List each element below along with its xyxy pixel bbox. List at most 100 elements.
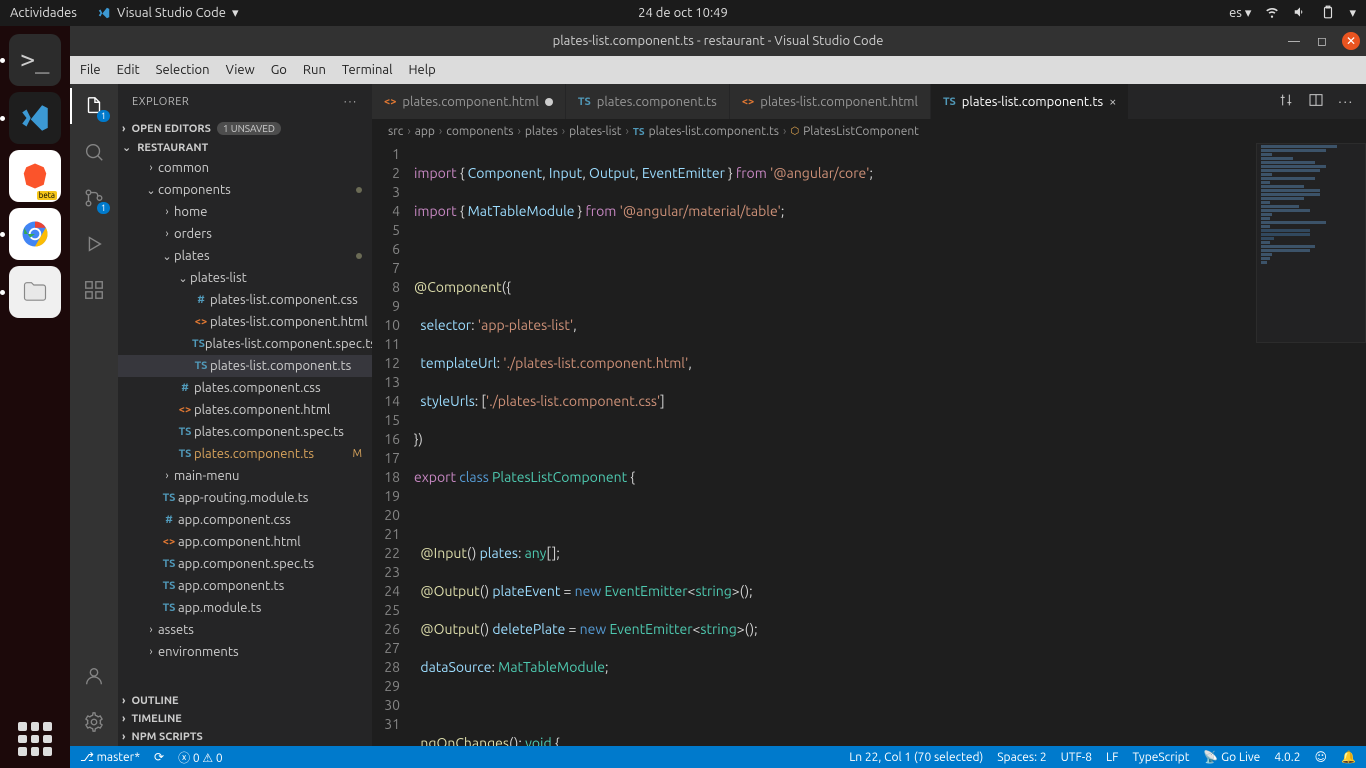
extensions-icon[interactable] (80, 276, 108, 304)
folder-main-menu[interactable]: ›main-menu (118, 465, 372, 487)
open-editors-header[interactable]: ›OPEN EDITORS1 UNSAVED (118, 119, 372, 138)
class-icon: ⬡ (790, 125, 799, 137)
code-editor[interactable]: 1234567891011121314151617181920212223242… (372, 143, 1366, 746)
activities-button[interactable]: Actividades (10, 6, 77, 20)
titlebar: plates-list.component.ts - restaurant - … (70, 26, 1366, 56)
split-editor-icon[interactable] (1308, 92, 1324, 111)
menu-go[interactable]: Go (271, 63, 287, 77)
file-plates-html[interactable]: <>plates.component.html (118, 399, 372, 421)
file-app-html[interactable]: <>app.component.html (118, 531, 372, 553)
show-applications-button[interactable] (18, 722, 52, 756)
clock[interactable]: 24 de oct 10:49 (638, 6, 728, 20)
close-button[interactable]: ✕ (1342, 32, 1360, 50)
ts-version[interactable]: 4.0.2 (1274, 751, 1300, 764)
breadcrumb[interactable]: src› app› components› plates› plates-lis… (372, 119, 1366, 143)
menu-edit[interactable]: Edit (117, 63, 140, 77)
close-tab-icon[interactable]: × (1109, 95, 1116, 109)
menu-selection[interactable]: Selection (156, 63, 210, 77)
menu-bar: File Edit Selection View Go Run Terminal… (70, 56, 1366, 84)
dock-vscode[interactable] (9, 92, 61, 144)
eol[interactable]: LF (1106, 751, 1118, 764)
file-tree: ›common ⌄components ›home ›orders ⌄plate… (118, 157, 372, 692)
folder-plates[interactable]: ⌄plates (118, 245, 372, 267)
tab-plates-list-ts[interactable]: TSplates-list.component.ts× (931, 84, 1130, 119)
feedback-icon[interactable]: ☺ (1315, 750, 1328, 764)
dock-files[interactable] (9, 266, 61, 318)
battery-icon[interactable] (1321, 5, 1335, 22)
file-app-css[interactable]: #app.component.css (118, 509, 372, 531)
tab-plates-list-html[interactable]: <>plates-list.component.html (730, 84, 931, 119)
workspace-header[interactable]: ⌄RESTAURANT (118, 138, 372, 157)
compare-changes-icon[interactable] (1278, 92, 1294, 111)
file-app-spec[interactable]: TSapp.component.spec.ts (118, 553, 372, 575)
editor-tabs: <>plates.component.html TSplates.compone… (372, 84, 1366, 119)
folder-orders[interactable]: ›orders (118, 223, 372, 245)
sidebar-title: EXPLORER (132, 96, 189, 108)
folder-components[interactable]: ⌄components (118, 179, 372, 201)
menu-run[interactable]: Run (303, 63, 326, 77)
minimize-button[interactable]: — (1286, 33, 1302, 49)
maximize-button[interactable]: ◻ (1314, 33, 1330, 49)
folder-assets[interactable]: ›assets (118, 619, 372, 641)
go-live[interactable]: 📡 Go Live (1203, 750, 1260, 764)
volume-icon[interactable] (1293, 5, 1307, 22)
tab-plates-ts[interactable]: TSplates.component.ts (566, 84, 730, 119)
folder-plates-list[interactable]: ⌄plates-list (118, 267, 372, 289)
tab-plates-html[interactable]: <>plates.component.html (372, 84, 566, 119)
menu-file[interactable]: File (80, 63, 101, 77)
explorer-icon[interactable]: 1 (80, 92, 108, 120)
folder-environments[interactable]: ›environments (118, 641, 372, 663)
accounts-icon[interactable] (80, 662, 108, 690)
file-plates-list-css[interactable]: #plates-list.component.css (118, 289, 372, 311)
run-debug-icon[interactable] (80, 230, 108, 258)
explorer-sidebar: EXPLORER ··· ›OPEN EDITORS1 UNSAVED ⌄RES… (118, 84, 372, 746)
file-plates-list-ts[interactable]: TSplates-list.component.ts (118, 355, 372, 377)
language-mode[interactable]: TypeScript (1132, 751, 1189, 764)
file-plates-css[interactable]: #plates.component.css (118, 377, 372, 399)
activity-bar: 1 1 (70, 84, 118, 746)
file-app-routing[interactable]: TSapp-routing.module.ts (118, 487, 372, 509)
more-icon[interactable]: ··· (344, 96, 358, 108)
settings-gear-icon[interactable] (80, 708, 108, 736)
folder-common[interactable]: ›common (118, 157, 372, 179)
language-indicator[interactable]: es ▾ (1229, 6, 1251, 21)
menu-help[interactable]: Help (408, 63, 435, 77)
file-plates-spec[interactable]: TSplates.component.spec.ts (118, 421, 372, 443)
notifications-icon[interactable]: 🔔 (1341, 750, 1356, 764)
menu-terminal[interactable]: Terminal (342, 63, 393, 77)
source-control-icon[interactable]: 1 (80, 184, 108, 212)
file-plates-ts[interactable]: TSplates.component.tsM (118, 443, 372, 465)
dock-brave[interactable]: beta (9, 150, 61, 202)
branch-indicator[interactable]: ⎇ master* (80, 750, 140, 764)
menu-view[interactable]: View (226, 63, 255, 77)
wifi-icon[interactable] (1265, 5, 1279, 22)
status-bar: ⎇ master* ⟳ ⓧ 0 ⚠ 0 Ln 22, Col 1 (70 sel… (70, 746, 1366, 768)
cursor-position[interactable]: Ln 22, Col 1 (70 selected) (849, 751, 983, 764)
search-icon[interactable] (80, 138, 108, 166)
editor-group: <>plates.component.html TSplates.compone… (372, 84, 1366, 746)
file-app-ts[interactable]: TSapp.component.ts (118, 575, 372, 597)
encoding[interactable]: UTF-8 (1061, 751, 1092, 764)
system-menu-chevron[interactable]: ▾ (1349, 6, 1356, 21)
window-title: plates-list.component.ts - restaurant - … (553, 34, 884, 48)
more-actions-icon[interactable]: ··· (1338, 95, 1354, 109)
file-app-module[interactable]: TSapp.module.ts (118, 597, 372, 619)
dirty-indicator-icon (545, 98, 553, 106)
timeline-header[interactable]: ›TIMELINE (118, 710, 372, 728)
outline-header[interactable]: ›OUTLINE (118, 692, 372, 710)
errors-warnings[interactable]: ⓧ 0 ⚠ 0 (178, 749, 223, 766)
file-plates-list-html[interactable]: <>plates-list.component.html (118, 311, 372, 333)
sync-icon[interactable]: ⟳ (154, 750, 164, 764)
indentation[interactable]: Spaces: 2 (997, 751, 1046, 764)
code-content[interactable]: import { Component, Input, Output, Event… (414, 143, 1366, 746)
vscode-icon (97, 6, 111, 20)
folder-home[interactable]: ›home (118, 201, 372, 223)
npm-scripts-header[interactable]: ›NPM SCRIPTS (118, 728, 372, 746)
line-number-gutter: 1234567891011121314151617181920212223242… (372, 143, 414, 746)
dock-chrome[interactable] (9, 208, 61, 260)
ubuntu-dock: >_ beta (0, 26, 70, 768)
app-menu[interactable]: Visual Studio Code ▾ (97, 6, 239, 21)
dock-terminal[interactable]: >_ (9, 34, 61, 86)
minimap[interactable] (1256, 143, 1366, 343)
file-plates-list-spec[interactable]: TSplates-list.component.spec.ts (118, 333, 372, 355)
